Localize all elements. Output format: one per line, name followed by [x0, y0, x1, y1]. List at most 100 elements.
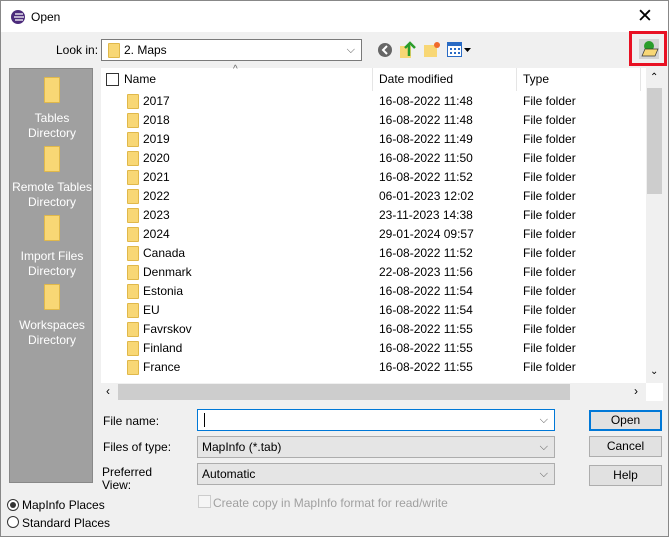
file-row[interactable]: 2018 16-08-2022 11:48 File folder	[101, 111, 646, 130]
folder-icon	[127, 189, 139, 204]
file-row[interactable]: 2017 16-08-2022 11:48 File folder	[101, 92, 646, 111]
file-date: 16-08-2022 11:48	[379, 94, 473, 108]
folder-icon	[44, 215, 60, 241]
file-date: 16-08-2022 11:52	[379, 246, 473, 260]
file-row[interactable]: 2024 29-01-2024 09:57 File folder	[101, 225, 646, 244]
folder-icon	[108, 43, 120, 59]
folder-icon	[127, 341, 139, 356]
file-name: Favrskov	[143, 322, 192, 336]
file-name: Finland	[143, 341, 183, 355]
sidebar-item-label: Workspaces Directory	[19, 318, 85, 347]
chevron-down-icon: ⌵	[539, 441, 548, 453]
mapinfo-places-radio[interactable]	[7, 499, 19, 511]
window-title: Open	[31, 10, 61, 24]
file-date: 22-08-2023 11:56	[379, 265, 473, 279]
file-row[interactable]: EU 16-08-2022 11:54 File folder	[101, 301, 646, 320]
sidebar-item-tables-directory[interactable]: Tables Directory	[10, 77, 94, 141]
file-date: 06-01-2023 12:02	[379, 189, 474, 203]
up-folder-icon[interactable]	[399, 40, 417, 59]
sidebar-item-label: Remote Tables Directory	[12, 180, 92, 209]
file-row[interactable]: 2020 16-08-2022 11:50 File folder	[101, 149, 646, 168]
scroll-left-icon[interactable]: ‹	[106, 384, 110, 398]
file-type: File folder	[523, 189, 576, 203]
file-name: Denmark	[143, 265, 192, 279]
file-date: 16-08-2022 11:49	[379, 132, 473, 146]
file-row[interactable]: France 16-08-2022 11:55 File folder	[101, 358, 646, 377]
file-type: File folder	[523, 170, 576, 184]
standard-places-radio[interactable]	[7, 516, 19, 528]
column-header-date-modified[interactable]: Date modified	[373, 68, 517, 91]
look-in-combo[interactable]: 2. Maps ⌵	[101, 39, 362, 61]
sidebar-item-label: Import Files Directory	[20, 249, 84, 278]
files-of-type-label: Files of type:	[103, 440, 172, 454]
file-date: 16-08-2022 11:48	[379, 113, 473, 127]
scroll-down-icon[interactable]: ⌄	[650, 366, 658, 377]
mapinfo-logo-icon	[11, 10, 25, 24]
file-row[interactable]: Canada 16-08-2022 11:52 File folder	[101, 244, 646, 263]
cancel-button[interactable]: Cancel	[589, 436, 662, 457]
file-date: 23-11-2023 14:38	[379, 208, 473, 222]
places-sidebar: Tables Directory Remote Tables Directory…	[9, 68, 93, 483]
view-menu-icon[interactable]	[447, 42, 473, 58]
file-row[interactable]: 2023 23-11-2023 14:38 File folder	[101, 206, 646, 225]
column-label: Type	[523, 72, 550, 86]
scroll-right-icon[interactable]: ›	[634, 384, 638, 398]
vertical-scroll-thumb[interactable]	[647, 88, 662, 194]
column-header-type[interactable]: Type	[517, 68, 641, 91]
file-type: File folder	[523, 132, 576, 146]
file-name: 2019	[143, 132, 170, 146]
select-all-checkbox[interactable]	[106, 73, 119, 86]
chevron-down-icon: ⌵	[539, 468, 548, 480]
file-row[interactable]: Estonia 16-08-2022 11:54 File folder	[101, 282, 646, 301]
file-date: 16-08-2022 11:55	[379, 360, 473, 374]
file-name: 2022	[143, 189, 170, 203]
file-name: 2017	[143, 94, 170, 108]
file-name: 2020	[143, 151, 170, 165]
column-header-name[interactable]: Name	[101, 68, 373, 91]
column-label: Name	[124, 72, 157, 86]
preferred-view-label: Preferred View:	[102, 465, 153, 492]
file-date: 16-08-2022 11:50	[379, 151, 473, 165]
file-type: File folder	[523, 208, 576, 222]
folder-icon	[44, 77, 60, 103]
preferred-view-select[interactable]: Automatic ⌵	[197, 463, 555, 485]
horizontal-scroll-thumb[interactable]	[118, 384, 570, 400]
sidebar-item-remote-tables-directory[interactable]: Remote Tables Directory	[10, 146, 94, 210]
file-name-input[interactable]: ⌵	[197, 409, 555, 431]
new-folder-icon[interactable]	[423, 41, 441, 58]
file-name: 2021	[143, 170, 170, 184]
file-name-value	[204, 413, 209, 427]
horizontal-scrollbar[interactable]: ‹ ›	[101, 383, 646, 401]
vertical-scrollbar[interactable]: ⌃ ⌄	[646, 68, 663, 383]
sidebar-item-import-files-directory[interactable]: Import Files Directory	[10, 215, 94, 279]
file-row[interactable]: Finland 16-08-2022 11:55 File folder	[101, 339, 646, 358]
file-row[interactable]: 2021 16-08-2022 11:52 File folder	[101, 168, 646, 187]
copy-checkbox-label: Create copy in MapInfo format for read/w…	[213, 496, 448, 510]
close-icon[interactable]: ✕	[637, 5, 653, 28]
file-row[interactable]: 2019 16-08-2022 11:49 File folder	[101, 130, 646, 149]
sidebar-item-workspaces-directory[interactable]: Workspaces Directory	[10, 284, 94, 348]
scroll-up-icon[interactable]: ⌃	[650, 72, 658, 83]
back-icon[interactable]	[377, 42, 393, 58]
file-row[interactable]: Denmark 22-08-2023 11:56 File folder	[101, 263, 646, 282]
chevron-down-icon: ⌵	[539, 414, 548, 426]
open-button[interactable]: Open	[589, 410, 662, 431]
mapinfo-places-label: MapInfo Places	[22, 498, 105, 512]
file-row[interactable]: Favrskov 16-08-2022 11:55 File folder	[101, 320, 646, 339]
file-type: File folder	[523, 227, 576, 241]
files-of-type-select[interactable]: MapInfo (*.tab) ⌵	[197, 436, 555, 458]
file-date: 16-08-2022 11:54	[379, 284, 473, 298]
file-list: ^ Name Date modified Type S 2017 16-08-2…	[101, 64, 663, 401]
help-button[interactable]: Help	[589, 465, 662, 486]
column-label: Date modified	[379, 72, 454, 86]
copy-checkbox[interactable]	[198, 495, 211, 508]
folder-icon	[127, 208, 139, 223]
open-universal-data-button[interactable]	[629, 31, 667, 66]
file-type: File folder	[523, 265, 576, 279]
folder-icon	[127, 151, 139, 166]
folder-icon	[127, 303, 139, 318]
file-type: File folder	[523, 94, 576, 108]
folder-icon	[44, 146, 60, 172]
file-date: 29-01-2024 09:57	[379, 227, 474, 241]
file-row[interactable]: 2022 06-01-2023 12:02 File folder	[101, 187, 646, 206]
